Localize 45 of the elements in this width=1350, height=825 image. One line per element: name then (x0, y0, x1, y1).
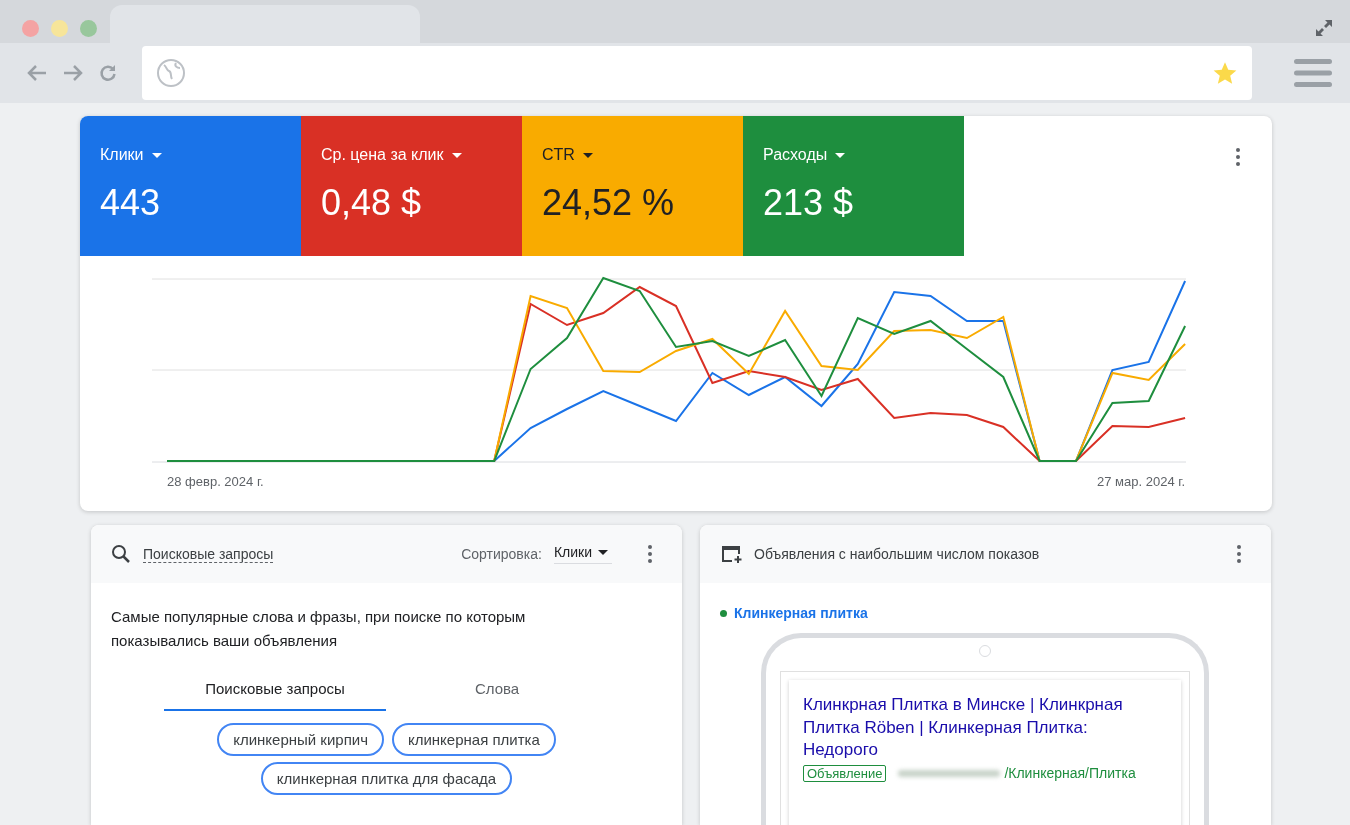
metric-value: 443 (100, 182, 162, 224)
metric-tile[interactable]: Ср. цена за клик 0,48 $ (301, 116, 522, 256)
address-bar[interactable] (142, 46, 1252, 101)
metric-label: CTR (542, 146, 575, 164)
axis-label: 27 мар. 2024 г. (1097, 474, 1185, 489)
caret-icon (451, 152, 462, 158)
more-icon[interactable] (1237, 545, 1241, 563)
ad-window-icon (720, 544, 742, 564)
more-icon[interactable] (1236, 148, 1240, 166)
keyword-chip[interactable]: клинкерная плитка (391, 723, 556, 756)
keyword-chip[interactable]: клинкерный кирпич (217, 723, 384, 756)
axis-label: 28 февр. 2024 г. (167, 474, 264, 489)
metric-tile[interactable]: Расходы 213 $ (743, 116, 964, 256)
maximize-dot[interactable] (80, 20, 97, 37)
sort-label: Сортировка: (461, 546, 542, 562)
metric-label: Ср. цена за клик (321, 146, 444, 164)
ad-url: /Клинкерная/Плитка (1004, 765, 1136, 781)
close-dot[interactable] (22, 20, 39, 37)
metric-tile[interactable]: Клики 443 (80, 116, 301, 256)
search-icon (111, 544, 131, 564)
metric-value: 24,52 % (542, 182, 676, 224)
ad-label: Объявление (803, 764, 887, 782)
caret-icon (835, 152, 846, 158)
metric-value: 0,48 $ (321, 182, 423, 224)
minimize-dot[interactable] (51, 20, 68, 37)
caret-icon (582, 152, 593, 158)
metric-label: Клики (100, 146, 144, 164)
description-text: Самые популярные слова и фразы, при поиске по которым показывались ваши объявления (111, 607, 527, 651)
card-title[interactable]: Поисковые запросы (143, 545, 274, 563)
metric-label: Расходы (763, 146, 828, 164)
tab[interactable]: Слова (386, 667, 608, 711)
ad-headline[interactable]: Клинкрная Плитка в Минске | Клинкрная Плитка Röben | Клинкерная Плитка: Недорого (803, 694, 1167, 762)
menu-icon[interactable] (1294, 58, 1332, 89)
caret-icon (598, 549, 608, 555)
expand-icon[interactable] (1314, 18, 1334, 38)
reload-icon[interactable] (98, 63, 118, 84)
more-icon[interactable] (648, 545, 652, 563)
keyword-chip[interactable]: клинкерная плитка для фасада (260, 762, 513, 795)
metric-tile[interactable]: CTR 24,52 % (522, 116, 743, 256)
ad-group-link[interactable]: Клинкерная плитка (734, 605, 868, 621)
metric-value: 213 $ (763, 182, 855, 224)
sort-dropdown[interactable]: Клики (553, 544, 612, 564)
card-title: Объявления с наибольшим числом показов (754, 546, 1040, 562)
tab[interactable]: Поисковые запросы (164, 667, 386, 711)
caret-icon (151, 152, 162, 158)
